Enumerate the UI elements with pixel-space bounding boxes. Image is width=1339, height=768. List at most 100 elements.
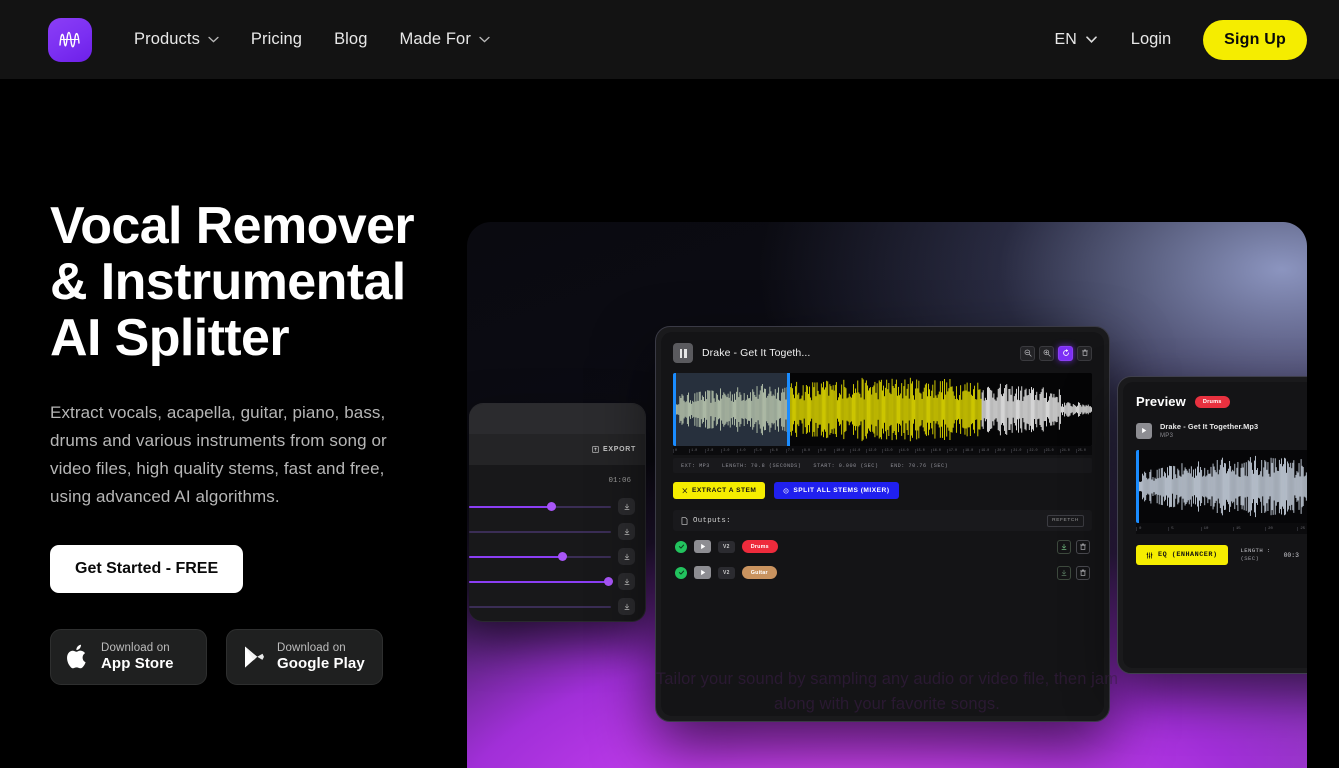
mixer-card-toolbar: EXPORT [469,434,645,465]
google-play-icon [241,645,266,669]
split-stems-button[interactable]: SPLIT ALL STEMS (MIXER) [774,482,899,499]
ruler-tick: 7.0 [785,448,802,453]
mixer-track-row [469,594,635,619]
mixer-tracks: 01:06 [469,465,645,619]
hero-visual: EXPORT 01:06 Drake - Get It Togeth... 0 … [467,79,1339,768]
extract-stem-button[interactable]: EXTRACT A STEM [673,482,766,499]
preview-waveform-graphic [1136,455,1307,518]
google-play-small-label: Download on [277,641,346,654]
waveform-selection[interactable] [673,373,790,446]
output-row: V2 Drums [673,536,1092,557]
get-started-button[interactable]: Get Started - FREE [50,544,244,593]
google-play-badge[interactable]: Download on Google Play [226,628,383,685]
app-store-badge[interactable]: Download on App Store [50,628,207,685]
eq-enhancer-label: EQ (ENHANCER) [1158,551,1218,559]
file-icon [681,516,688,525]
showcase-caption: Tailor your sound by sampling any audio … [655,670,1119,714]
eq-enhancer-button[interactable]: EQ (ENHANCER) [1136,545,1228,565]
download-icon[interactable] [618,548,635,565]
mixer-slider[interactable] [469,530,611,533]
download-icon[interactable] [618,598,635,615]
ruler-tick: 23.0 [1043,448,1060,453]
language-selector[interactable]: EN [1043,23,1109,57]
ruler-tick: 20 [1265,526,1297,531]
preview-ruler: 0 5 10 15 20 25 30 [1136,523,1307,534]
hero-section: Vocal Remover & Instrumental AI Splitter… [0,79,1339,768]
waveform-logo-icon [59,31,80,47]
preview-waveform[interactable] [1136,450,1307,523]
ruler-tick: 21.0 [1011,448,1027,453]
play-button[interactable] [694,566,711,579]
editor-track-title: Drake - Get It Togeth... [702,347,811,359]
meta-end: END: 70.76 (SEC) [890,462,949,469]
nav-label-products: Products [134,30,200,48]
ruler-tick: 9.0 [817,448,834,453]
mixer-track-row [469,494,635,519]
ruler-tick: 24.0 [1059,448,1076,453]
ruler-tick: 12.0 [866,448,882,453]
preview-length-unit: (SEC) [1240,555,1260,562]
mixer-slider[interactable] [469,605,611,608]
play-button[interactable] [1136,422,1152,439]
preview-file-name: Drake - Get It Together.Mp3 [1160,422,1259,431]
trash-icon[interactable] [1077,345,1092,361]
zoom-in-icon[interactable] [1039,345,1054,361]
mixer-slider[interactable] [469,577,613,586]
download-icon[interactable] [618,523,635,540]
refetch-button[interactable]: REFETCH [1047,514,1084,527]
ruler-tick: 19.0 [979,448,995,453]
nav-label-blog: Blog [334,30,368,48]
refresh-icon[interactable] [1058,345,1073,361]
nav-item-blog[interactable]: Blog [320,22,381,57]
hero-description: Extract vocals, acapella, guitar, piano,… [50,403,387,507]
editor-actions: EXTRACT A STEM SPLIT ALL STEMS (MIXER) [673,482,1092,499]
ruler-tick: 16.0 [930,448,947,453]
signup-button[interactable]: Sign Up [1203,19,1307,60]
preview-controls: EQ (ENHANCER) LENGTH : (SEC) 00:3 START … [1136,545,1307,565]
mixer-slider[interactable] [469,502,611,511]
page-title: Vocal Remover & Instrumental AI Splitter [50,197,415,368]
mixer-slider[interactable] [469,552,611,561]
ruler-tick: 1.0 [689,448,705,453]
app-store-small-label: Download on [101,641,170,654]
output-row: V2 Guitar [673,562,1092,583]
status-check-icon [675,566,687,579]
version-badge: V2 [718,540,735,553]
mixer-track-row [469,544,635,569]
ruler-tick: 13.0 [882,448,898,453]
ruler-tick: 11.0 [850,448,866,453]
download-icon[interactable] [1057,565,1071,580]
download-icon[interactable] [618,498,635,515]
waveform-logo[interactable] [48,17,92,62]
google-play-big-label: Google Play [277,654,365,672]
pause-button[interactable] [673,343,693,363]
nav-item-made-for[interactable]: Made For [386,22,504,57]
editor-waveform[interactable] [673,373,1092,446]
meta-start: START: 0.000 (SEC) [813,462,879,469]
nav-item-products[interactable]: Products [120,22,233,57]
zoom-out-icon[interactable] [1020,345,1035,361]
ruler-tick: 2.0 [705,448,721,453]
apple-icon [65,644,90,670]
mixer-card: EXPORT 01:06 [469,403,646,622]
nav-item-pricing[interactable]: Pricing [237,22,316,57]
preview-card: Preview Drums Drake - Get It Together.Mp… [1117,376,1307,674]
export-button[interactable]: EXPORT [592,446,636,453]
editor-metadata: EXT: MP3 LENGTH: 70.8 (SECONDS) START: 0… [673,458,1092,473]
meta-length: LENGTH: 70.8 (SECONDS) [721,462,802,469]
preview-header: Preview Drums [1136,394,1307,409]
download-icon[interactable] [618,573,635,590]
ruler-tick: 4.0 [737,448,753,453]
ruler-tick: 10.0 [834,448,850,453]
download-icon[interactable] [1057,539,1071,554]
ruler-tick: 5 [1168,526,1200,531]
scissors-icon [682,487,688,493]
trash-icon[interactable] [1076,539,1090,554]
login-button[interactable]: Login [1113,22,1189,57]
play-button[interactable] [694,540,711,553]
ruler-tick: 10 [1200,526,1233,531]
extract-stem-label: EXTRACT A STEM [692,487,757,494]
trash-icon[interactable] [1076,565,1090,580]
product-showcase-panel: EXPORT 01:06 Drake - Get It Togeth... 0 … [467,222,1307,768]
playhead-cursor[interactable] [1136,450,1139,523]
